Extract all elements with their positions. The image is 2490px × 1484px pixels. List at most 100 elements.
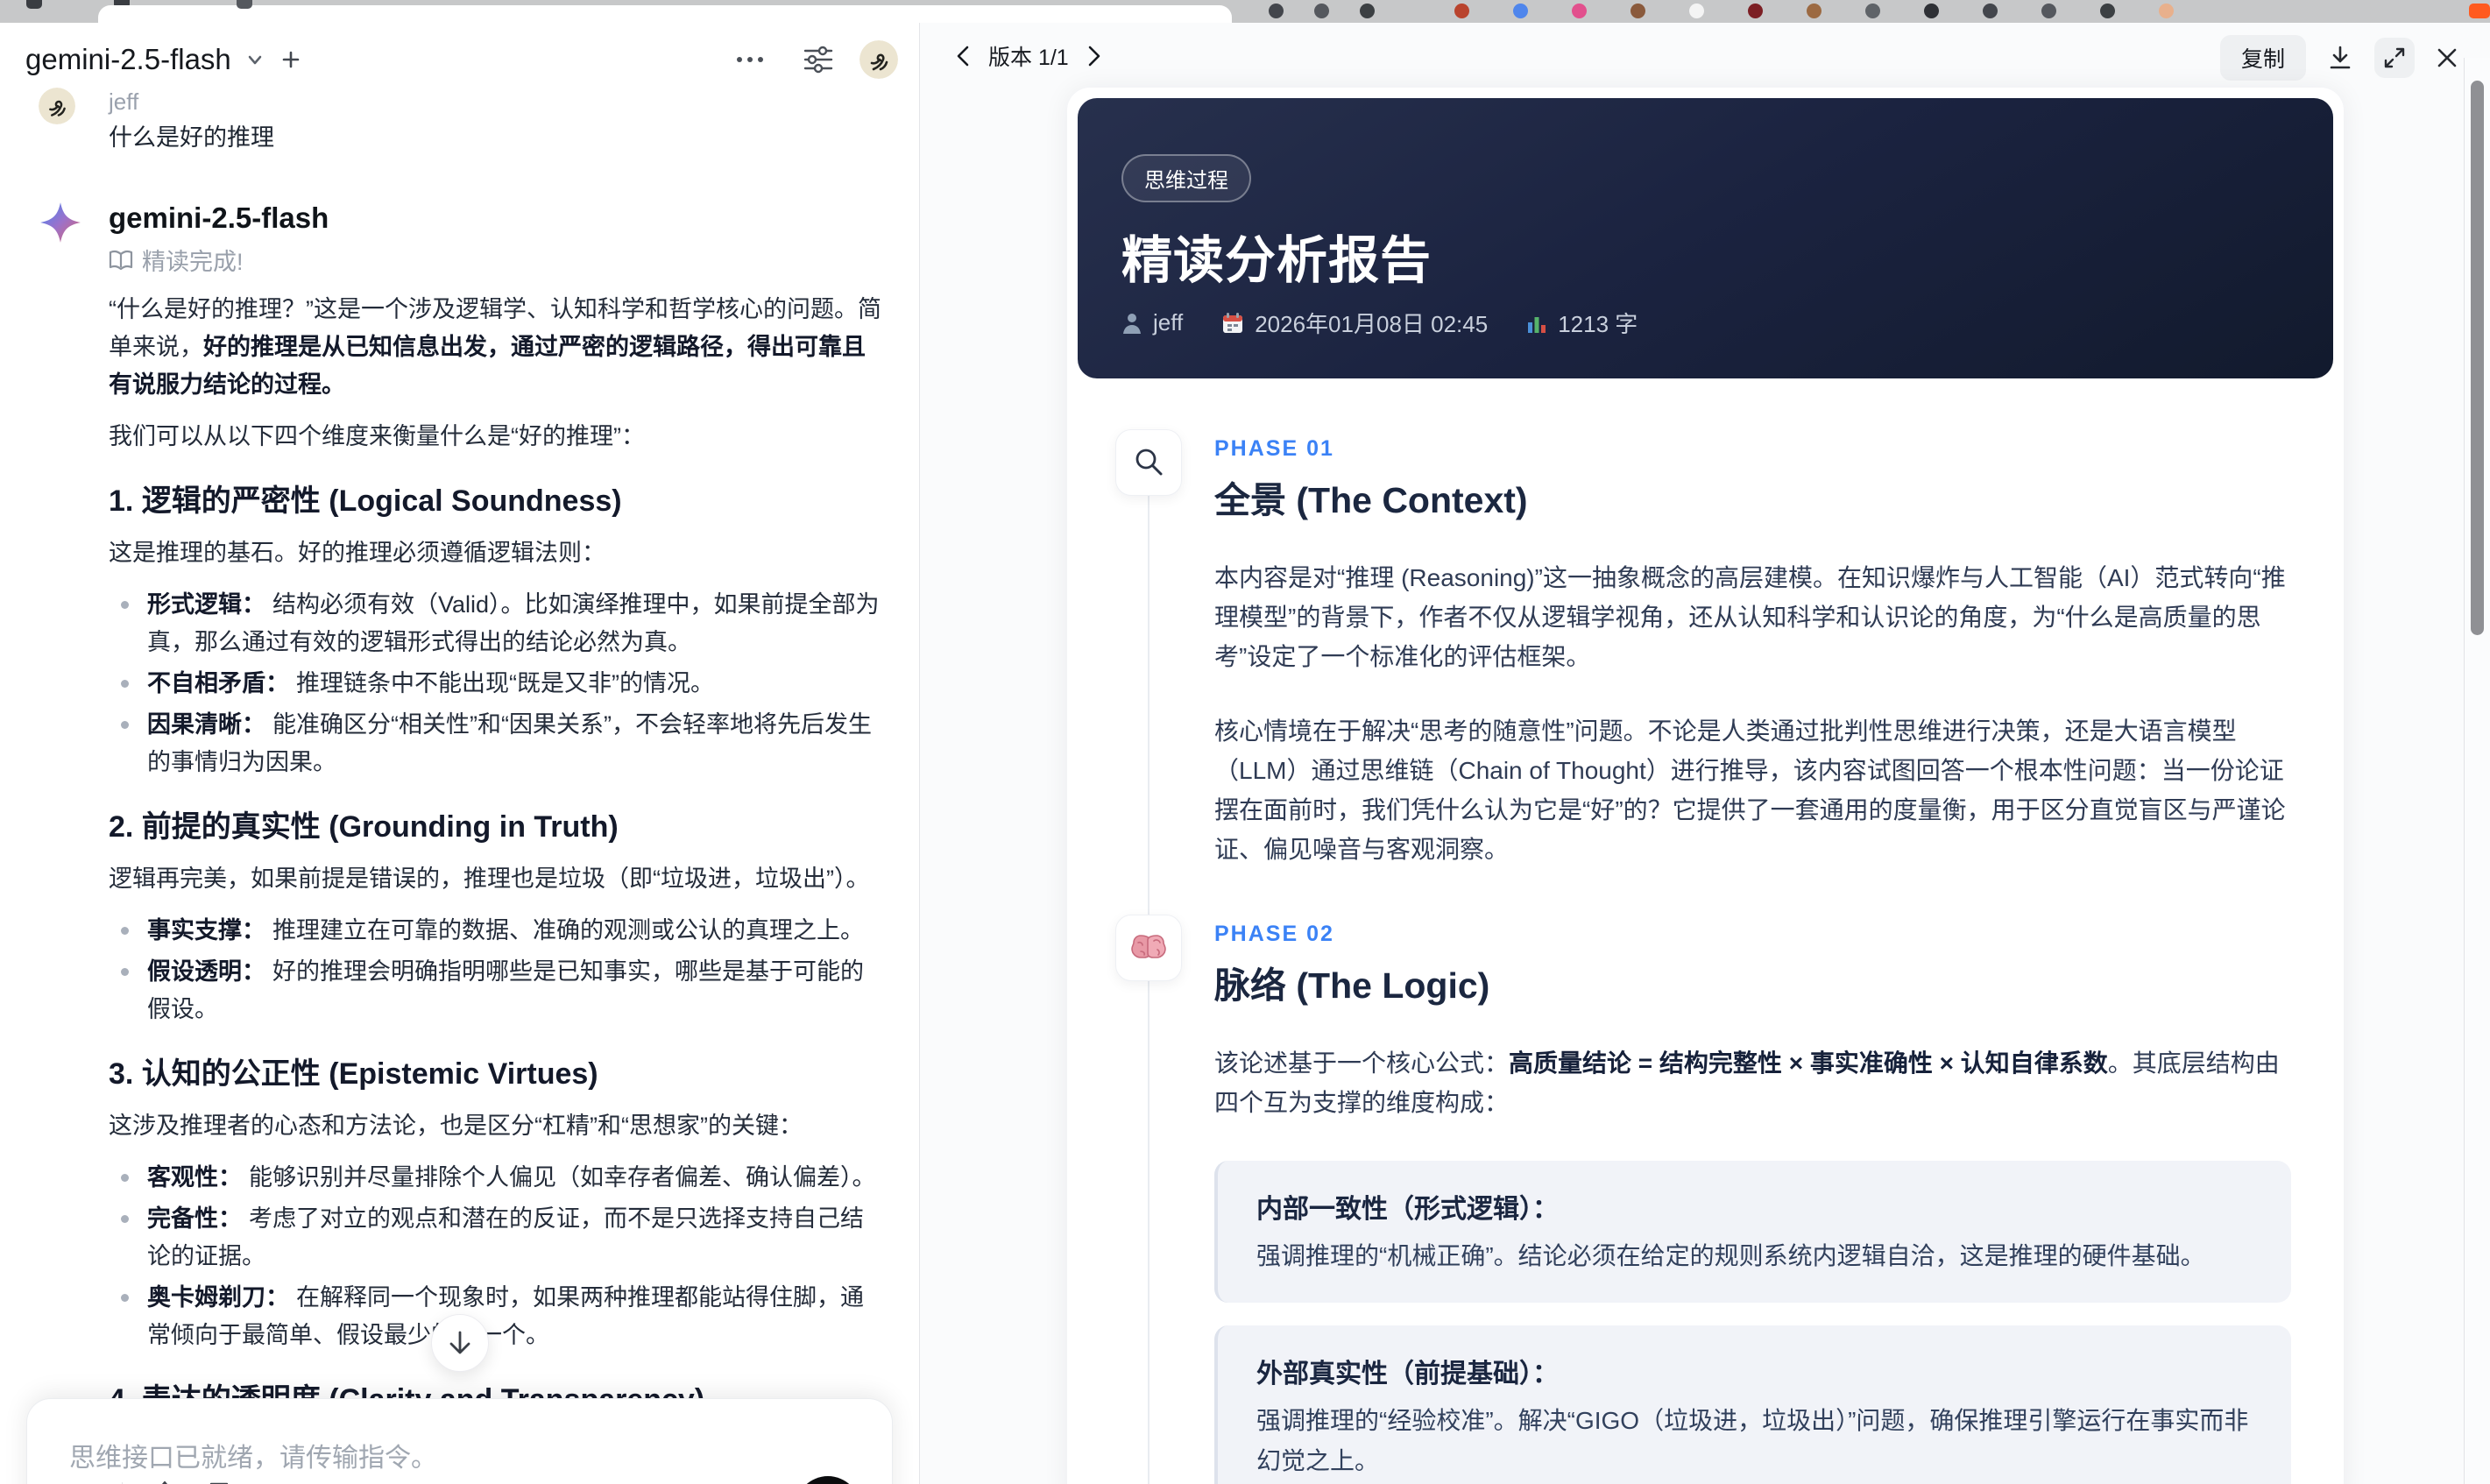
scrollbar-thumb[interactable] (2471, 81, 2484, 635)
profile-avatar-icon[interactable] (2159, 4, 2174, 18)
chevron-down-icon[interactable] (244, 48, 266, 71)
bullet-list: 事实支撑： 推理建立在可靠的数据、准确的观测或公认的真理之上。 假设透明： 好的推理… (109, 912, 884, 1028)
chat-message-list[interactable]: jeff 什么是好的推理 gemini-2.5-flash 精读完成! “什么是… (0, 88, 919, 1484)
reading-status: 精读完成! (109, 243, 884, 277)
magnifier-icon (1115, 429, 1182, 496)
download-icon[interactable] (2325, 43, 2355, 73)
phase-section-context: PHASE 01 全景 (The Context) 本内容是对“推理 (Reas… (1115, 429, 2291, 869)
phase-paragraph: 本内容是对“推理 (Reasoning)”这一抽象概念的高层建模。在知识爆炸与人… (1214, 564, 2286, 670)
user-avatar (39, 88, 75, 124)
extension-icon[interactable] (1689, 4, 1704, 18)
list-item: 因果清晰： 能准确区分“相关性”和“因果关系”，不会轻率地将先后发生的事情归为因果… (109, 706, 884, 781)
copy-button[interactable]: 复制 (2219, 35, 2306, 81)
bullet-list: 形式逻辑： 结构必须有效（Valid）。比如演绎推理中，如果前提全部为真，那么通过… (109, 586, 884, 781)
close-icon[interactable] (2434, 45, 2460, 71)
extension-icon[interactable] (1924, 4, 1939, 18)
fullscreen-icon[interactable] (2374, 38, 2415, 78)
calendar-icon (1221, 312, 1244, 335)
list-item: 事实支撑： 推理建立在可靠的数据、准确的观测或公认的真理之上。 (109, 912, 884, 950)
chat-panel: gemini-2.5-flash jeff 什么是好的推理 gemini-2.5… (0, 23, 919, 1484)
version-label: 版本 1/1 (988, 46, 1069, 70)
assistant-paragraph: 我们可以从以下四个维度来衡量什么是“好的推理”： (109, 423, 645, 449)
bullet-list: 客观性： 能够识别并尽量排除个人偏见（如幸存者偏差、确认偏差）。 完备性： 考虑了对… (109, 1159, 884, 1354)
report-type-badge: 思维过程 (1121, 154, 1251, 202)
message-text: 什么是好的推理 (109, 124, 274, 151)
brain-icon (1115, 915, 1182, 981)
person-icon (1121, 312, 1142, 335)
dimension-cards: 内部一致性（形式逻辑）： 强调推理的“机械正确”。结论必须在给定的规则系统内逻辑… (1214, 1161, 2291, 1484)
list-item: 不自相矛盾： 推理链条中不能出现“既是又非”的情况。 (109, 665, 884, 703)
more-options-icon[interactable] (735, 55, 765, 64)
dimension-card: 内部一致性（形式逻辑）： 强调推理的“机械正确”。结论必须在给定的规则系统内逻辑… (1214, 1161, 2291, 1303)
word-count-meta: 1213 字 (1526, 307, 1638, 339)
extension-icon[interactable] (1631, 4, 1645, 18)
new-chat-button[interactable] (279, 47, 303, 72)
list-item: 假设透明： 好的推理会明确指明哪些是已知事实，哪些是基于可能的假设。 (109, 953, 884, 1028)
diamond-cluster-icon[interactable] (149, 1480, 180, 1484)
phase-title: 脉络 (The Logic) (1214, 965, 1490, 1006)
section-lead: 逻辑再完美，如果前提是错误的，推理也是垃圾（即“垃圾进，垃圾出”）。 (109, 866, 870, 892)
section-lead: 这涉及推理者的心态和方法论，也是区分“杠精”和“思想家”的关键： (109, 1113, 803, 1139)
composer-input[interactable]: 思维接口已就绪，请传输指令。 (27, 1399, 892, 1474)
assistant-message: gemini-2.5-flash 精读完成! “什么是好的推理？”这是一个涉及逻… (39, 199, 884, 1484)
phase-label: PHASE 01 (1214, 436, 1334, 461)
section-heading: 1. 逻辑的严密性 (Logical Soundness) (109, 484, 622, 518)
gemini-star-icon (39, 201, 109, 1484)
phase-paragraph: 该论述基于一个核心公式：高质量结论 = 结构完整性 × 事实准确性 × 认知自律… (1214, 1049, 2280, 1116)
chat-header: gemini-2.5-flash (25, 37, 898, 82)
message-author: gemini-2.5-flash (109, 201, 329, 234)
extension-icon[interactable] (1454, 4, 1469, 18)
list-item: 客观性： 能够识别并尽量排除个人偏见（如幸存者偏差、确认偏差）。 (109, 1159, 884, 1197)
scrollbar-track[interactable] (2464, 58, 2490, 1484)
phase-paragraph: 核心情境在于解决“思考的随意性”问题。不论是人类通过批判性思维进行决策，还是大语… (1214, 717, 2286, 863)
browser-reload-icon[interactable] (26, 0, 42, 9)
extension-icon[interactable] (2469, 4, 2490, 18)
settings-sliders-icon[interactable] (803, 46, 833, 74)
date-meta: 2026年01月08日 02:45 (1221, 307, 1488, 339)
list-item: 完备性： 考虑了对立的观点和潜在的反证，而不是只选择支持自己结论的证据。 (109, 1200, 884, 1276)
dimension-card: 外部真实性（前提基础）： 强调推理的“经验校准”。解决“GIGO（垃圾进，垃圾出… (1214, 1325, 2291, 1484)
extension-icon[interactable] (1983, 4, 1998, 18)
message-composer[interactable]: 思维接口已就绪，请传输指令。 (26, 1398, 893, 1484)
scroll-to-bottom-button[interactable] (431, 1314, 489, 1372)
extension-icon[interactable] (2100, 4, 2115, 18)
previous-version-icon[interactable] (953, 44, 973, 68)
user-message: jeff 什么是好的推理 (39, 88, 884, 157)
card-body: 强调推理的“机械正确”。结论必须在给定的规则系统内逻辑自洽，这是推理的硬件基础。 (1256, 1242, 2205, 1269)
extension-icon[interactable] (1572, 4, 1587, 18)
report-header: 思维过程 精读分析报告 jeff 2026年01月08日 02:45 1213 … (1078, 98, 2333, 378)
browser-address-bar[interactable] (98, 5, 1232, 23)
section-heading: 3. 认知的公正性 (Epistemic Virtues) (109, 1057, 598, 1091)
card-title: 外部真实性（前提基础）： (1256, 1360, 1559, 1389)
message-author: jeff (109, 88, 139, 115)
card-body: 强调推理的“经验校准”。解决“GIGO（垃圾进，垃圾出）”问题，确保推理引擎运行… (1256, 1407, 2249, 1474)
browser-toolbar (0, 0, 2490, 23)
viewer-actions: 复制 (2219, 35, 2460, 81)
voice-input-button[interactable] (796, 1476, 860, 1484)
extension-icon[interactable] (1807, 4, 1822, 18)
section-lead: 这是推理的基石。好的推理必须遵循逻辑法则： (109, 540, 605, 566)
card-title: 内部一致性（形式逻辑）： (1256, 1195, 1559, 1224)
assistant-paragraph: “什么是好的推理？”这是一个涉及逻辑学、认知科学和哲学核心的问题。简单来说，好的… (109, 296, 881, 398)
next-version-icon[interactable] (1085, 44, 1104, 68)
user-avatar[interactable] (859, 40, 898, 79)
extension-icon[interactable] (2041, 4, 2056, 18)
extension-icon[interactable] (1865, 4, 1880, 18)
list-item: 形式逻辑： 结构必须有效（Valid）。比如演绎推理中，如果前提全部为真，那么通过… (109, 586, 884, 661)
phase-label: PHASE 02 (1214, 922, 1334, 946)
arrow-down-icon (447, 1329, 473, 1357)
extension-icon[interactable] (1269, 4, 1284, 18)
extension-icon[interactable] (1748, 4, 1763, 18)
book-icon (109, 250, 133, 271)
extension-icon[interactable] (1314, 4, 1329, 18)
extension-icon[interactable] (1360, 4, 1375, 18)
conversation-title[interactable]: gemini-2.5-flash (25, 43, 231, 76)
tab-menu-icon[interactable] (237, 0, 252, 9)
report-document[interactable]: 思维过程 精读分析报告 jeff 2026年01月08日 02:45 1213 … (1067, 88, 2344, 1484)
author-meta: jeff (1121, 309, 1183, 336)
report-title: 精读分析报告 (1121, 232, 1432, 289)
extension-icon[interactable] (1513, 4, 1528, 18)
report-meta: jeff 2026年01月08日 02:45 1213 字 (1121, 307, 1638, 339)
bar-chart-icon (1526, 312, 1547, 335)
artifact-viewer-panel: 版本 1/1 复制 思维过程 精读分析报告 jeff 2026年01月08日 0… (919, 23, 2490, 1484)
